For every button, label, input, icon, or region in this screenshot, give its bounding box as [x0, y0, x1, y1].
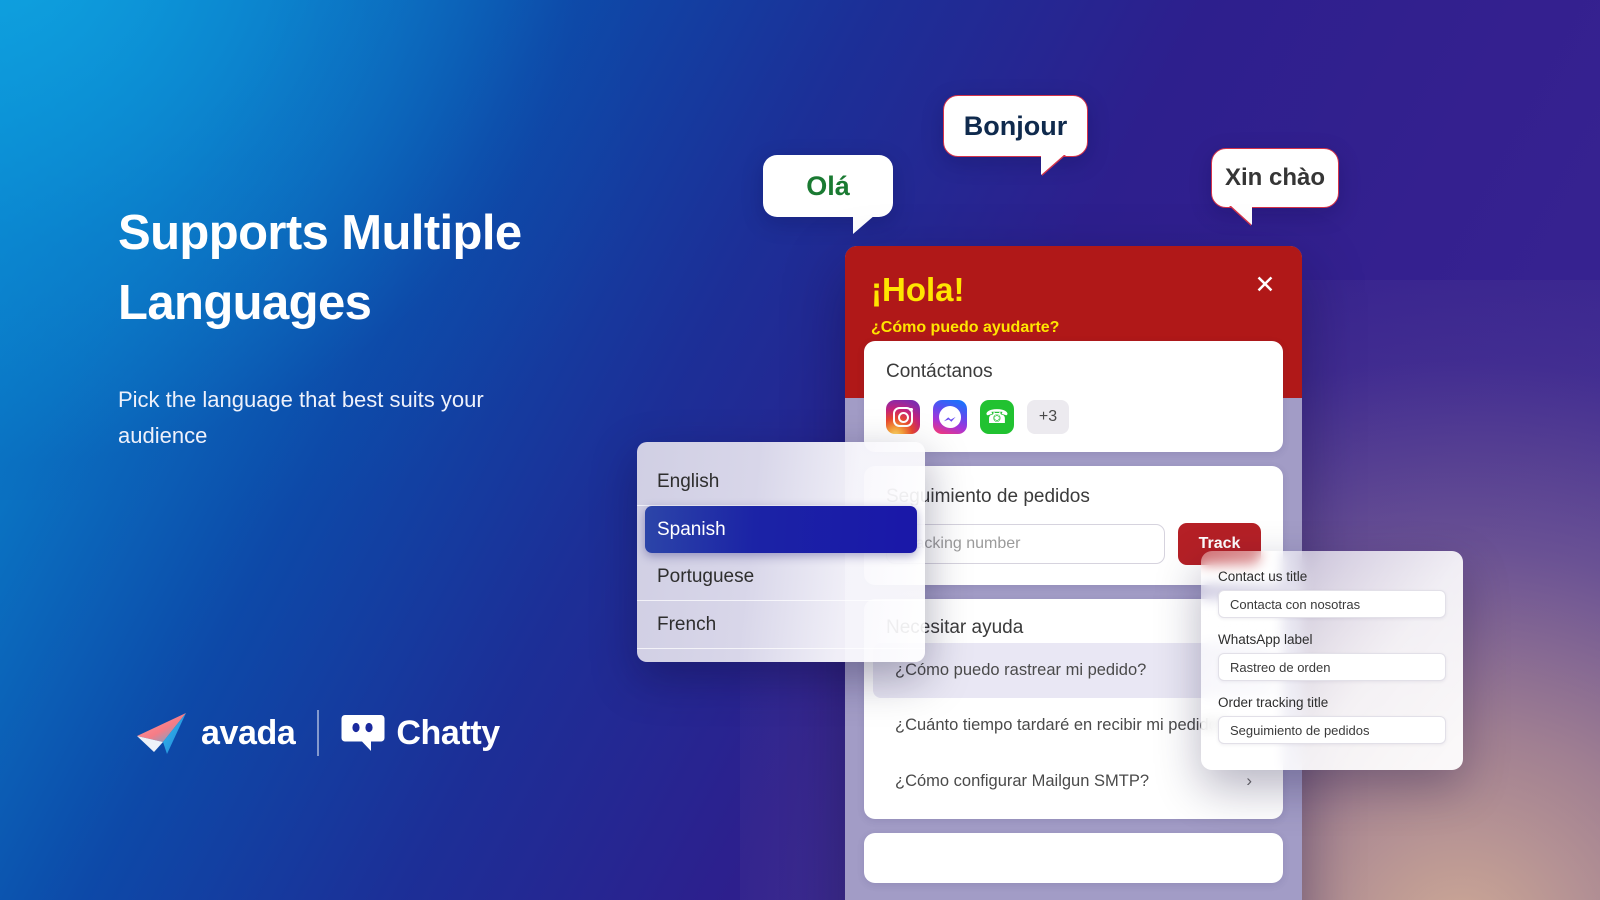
avada-brand: avada	[136, 711, 296, 755]
order-tracking-title-field[interactable]: Seguimiento de pedidos	[1218, 716, 1446, 744]
phone-icon[interactable]: ☎	[980, 400, 1014, 434]
tracking-card-title: Seguimiento de pedidos	[886, 486, 1090, 507]
more-channels-chip[interactable]: +3	[1027, 400, 1069, 434]
avada-wordmark: avada	[201, 713, 296, 752]
whatsapp-label-field[interactable]: Rastreo de orden	[1218, 653, 1446, 681]
brand-lockup: avada Chatty	[136, 710, 500, 756]
chatty-bubble-icon	[341, 715, 385, 751]
speech-bubble-tail	[1230, 205, 1252, 225]
speech-bubble-vietnamese: Xin chào	[1211, 148, 1339, 225]
hero-copy: Supports Multiple Languages Pick the lan…	[118, 198, 738, 454]
faq-question: ¿Cómo configurar Mailgun SMTP?	[895, 771, 1150, 790]
language-option-spanish[interactable]: Spanish	[645, 506, 917, 553]
language-option-portuguese[interactable]: Portuguese	[637, 553, 925, 601]
contact-us-card: Contáctanos ☎ +3	[864, 341, 1283, 452]
brand-divider	[317, 710, 320, 756]
speech-bubble-tail	[853, 215, 875, 234]
speech-bubble-text: Olá	[806, 170, 850, 201]
chatty-brand: Chatty	[341, 712, 500, 754]
speech-bubble-portuguese: Olá	[763, 155, 893, 234]
order-tracking-title-label: Order tracking title	[1218, 695, 1329, 710]
messenger-icon[interactable]	[933, 400, 967, 434]
faq-question: ¿Cuánto tiempo tardaré en recibir mi ped…	[895, 716, 1228, 734]
contact-channel-list: ☎ +3	[886, 400, 1261, 434]
language-option-english[interactable]: English	[637, 458, 925, 506]
page-title: Supports Multiple Languages	[118, 206, 522, 331]
contact-us-title-field[interactable]: Contacta con nosotras	[1218, 590, 1446, 618]
avada-plane-icon	[137, 713, 186, 754]
faq-question: ¿Cómo puedo rastrear mi pedido?	[895, 661, 1147, 679]
chat-greeting-subtitle: ¿Cómo puedo ayudarte?	[871, 319, 1060, 337]
instagram-icon[interactable]	[886, 400, 920, 434]
language-dropdown[interactable]: English Spanish Portuguese French	[637, 442, 925, 662]
hero-subcopy: Pick the language that best suits your a…	[118, 387, 484, 448]
widget-bottom-card	[864, 833, 1283, 883]
speech-bubble-tail	[1041, 154, 1065, 175]
speech-bubble-text: Xin chào	[1224, 164, 1326, 191]
translation-settings-popup: Contact us title Contacta con nosotras W…	[1201, 551, 1463, 770]
language-option-french[interactable]: French	[637, 601, 925, 649]
chat-greeting-title: ¡Hola!	[871, 271, 965, 308]
chatty-wordmark: Chatty	[396, 713, 500, 752]
tracking-number-input[interactable]	[886, 524, 1165, 564]
speech-bubble-french: Bonjour	[943, 95, 1088, 175]
contact-us-title-label: Contact us title	[1218, 569, 1308, 584]
speech-bubble-text: Bonjour	[963, 110, 1068, 141]
whatsapp-label-label: WhatsApp label	[1218, 632, 1313, 647]
close-icon[interactable]: ✕	[1252, 273, 1278, 299]
chevron-right-icon: ›	[1246, 771, 1252, 790]
contact-card-title: Contáctanos	[886, 361, 993, 382]
